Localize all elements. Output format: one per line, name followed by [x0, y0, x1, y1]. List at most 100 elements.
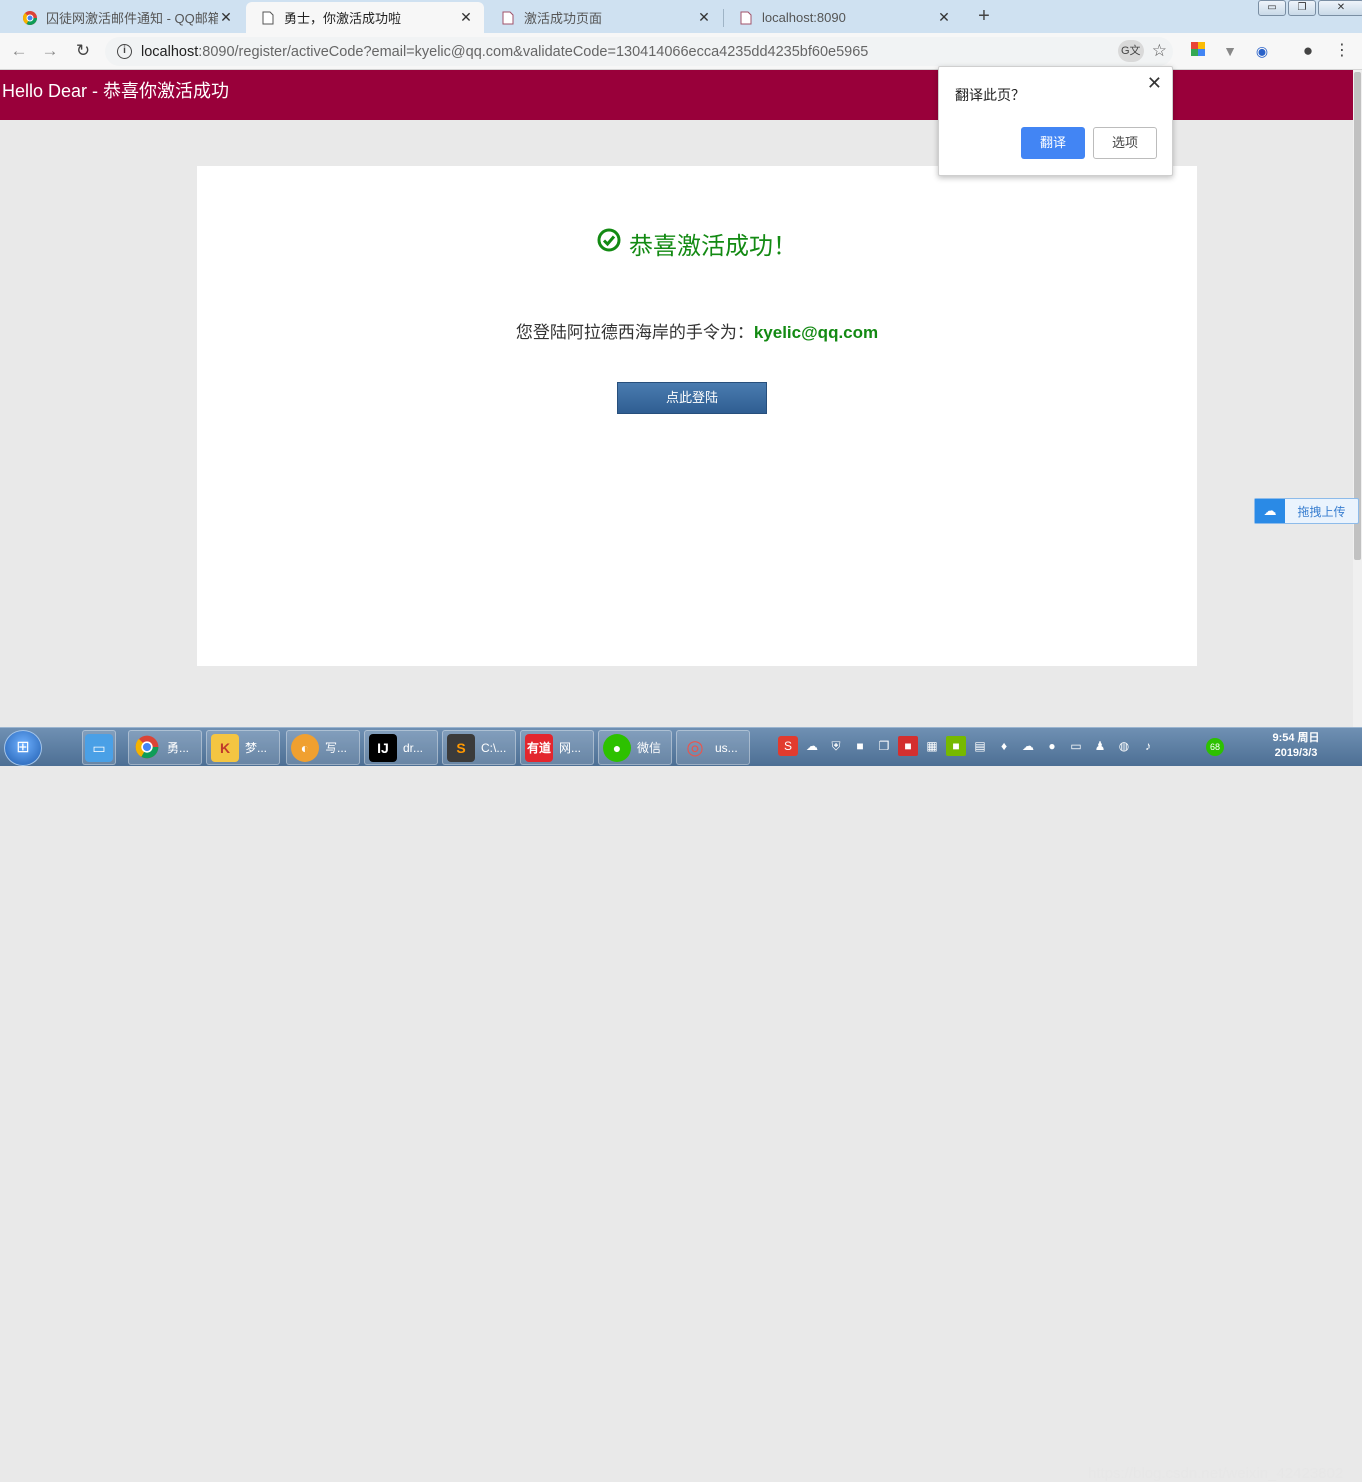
close-window-button[interactable]: ✕	[1318, 0, 1362, 16]
check-circle-icon	[597, 228, 621, 259]
taskbar-item-label: 微信	[637, 741, 662, 755]
taskbar-item-wechat[interactable]: ● 微信	[598, 730, 672, 765]
start-button[interactable]: ⊞	[4, 730, 42, 766]
app-icon: ◎	[686, 736, 704, 759]
network-icon[interactable]: ◍	[1114, 736, 1134, 756]
minimize-button[interactable]: ▭	[1258, 0, 1286, 16]
taskbar-item-browser[interactable]: ◐ 写...	[286, 730, 360, 765]
chrome-icon	[133, 734, 161, 762]
taskbar-item-sublime[interactable]: S C:\...	[442, 730, 516, 765]
extension-round-icon[interactable]: ◉	[1252, 41, 1272, 61]
info-icon[interactable]: i	[117, 44, 132, 59]
tab-localhost[interactable]: localhost:8090 ✕	[724, 2, 962, 33]
tray-app-icon[interactable]: ■	[898, 736, 918, 756]
show-desktop-button[interactable]: ▭	[82, 730, 116, 765]
taskbar-item-label: 写...	[325, 741, 348, 755]
star-icon[interactable]: ☆	[1152, 41, 1167, 61]
chrome-icon	[22, 10, 38, 26]
cloud-icon: ☁	[1255, 499, 1285, 523]
tab-success-page[interactable]: 激活成功页面 ✕	[486, 2, 722, 33]
drag-upload-widget[interactable]: ☁ 拖拽上传	[1254, 498, 1359, 524]
copy-icon[interactable]: ❐	[874, 736, 894, 756]
close-icon[interactable]: ✕	[936, 9, 952, 26]
browser-toolbar: ← → ↻ i localhost:8090/register/activeCo…	[0, 33, 1362, 70]
close-icon[interactable]: ✕	[1147, 73, 1162, 94]
success-title: 恭喜激活成功！	[629, 233, 797, 260]
taskbar-item-youdao[interactable]: 有道 网...	[520, 730, 594, 765]
menu-icon[interactable]: ⋮	[1332, 41, 1352, 61]
restore-button[interactable]: ❐	[1288, 0, 1316, 16]
taskbar-item-label: us...	[715, 740, 738, 755]
tray-app-icon[interactable]: ■	[850, 736, 870, 756]
clock-date: 2019/3/3	[1274, 747, 1318, 759]
tab-qq-mail[interactable]: 囚徒网激活邮件通知 - QQ邮箱 ✕	[8, 2, 244, 33]
windows-taskbar: ⊞ ▭ 勇... K 梦... ◐ 写... IJ dr... S C:\...…	[0, 727, 1362, 1482]
reload-button[interactable]: ↻	[72, 40, 94, 62]
token-message: 您登陆阿拉德西海岸的手令为：kyelic@qq.com	[197, 318, 1197, 343]
volume-icon[interactable]: ♪	[1138, 736, 1158, 756]
badge-icon[interactable]: 68	[1206, 738, 1224, 756]
extension-icon[interactable]	[1188, 41, 1208, 61]
options-button[interactable]: 选项	[1093, 127, 1157, 159]
sogou-icon[interactable]: S	[778, 736, 798, 756]
success-heading: 恭喜激活成功！	[197, 226, 1197, 261]
youdao-icon: 有道	[525, 733, 553, 762]
intellij-icon: IJ	[369, 733, 397, 762]
watermark-text: https://blog.csdn.net/weixin_42423802	[1088, 1465, 1344, 1482]
monitor-icon[interactable]: ▭	[1066, 736, 1086, 756]
content-card: 恭喜激活成功！ 您登陆阿拉德西海岸的手令为：kyelic@qq.com 点此登陆	[197, 166, 1197, 666]
tab-activation-success[interactable]: 勇士，你激活成功啦 ✕	[246, 2, 484, 33]
vertical-scrollbar[interactable]	[1353, 70, 1362, 727]
tab-label: 激活成功页面	[524, 11, 603, 26]
wechat-icon[interactable]: ●	[1042, 736, 1062, 756]
login-button[interactable]: 点此登陆	[617, 382, 767, 414]
url-path: :8090/register/activeCode?email=kyelic@q…	[198, 43, 869, 60]
clock-time: 9:54 周日	[1272, 732, 1320, 744]
system-tray: S ☁ ⛨ ■ ❐ ■ ▦ ■ ▤ ♦ ☁ ● ▭ ♟ ◍ ♪	[778, 736, 1162, 756]
forward-button[interactable]: →	[39, 40, 61, 62]
upload-label: 拖拽上传	[1297, 504, 1346, 519]
tab-label: 勇士，你激活成功啦	[284, 11, 402, 26]
taskbar-item-us[interactable]: ◎ us...	[676, 730, 750, 765]
taskbar-item-app[interactable]: K 梦...	[206, 730, 280, 765]
new-tab-button[interactable]: +	[972, 5, 996, 29]
tray-app-icon[interactable]: ♦	[994, 736, 1014, 756]
system-clock[interactable]: 9:54 周日 2019/3/3	[1256, 731, 1336, 761]
back-button[interactable]: ←	[8, 40, 30, 62]
taskbar-item-label: 梦...	[245, 741, 268, 755]
cloud-icon[interactable]: ☁	[802, 736, 822, 756]
taskbar-item-label: 勇...	[167, 741, 190, 755]
grid-icon[interactable]: ▦	[922, 736, 942, 756]
desktop-icon: ▭	[85, 733, 113, 762]
taskbar-item-label: C:\...	[481, 740, 507, 755]
close-icon[interactable]: ✕	[458, 9, 474, 26]
app-icon: K	[211, 733, 239, 762]
close-icon[interactable]: ✕	[696, 9, 712, 26]
translate-popup-title: 翻译此页？	[955, 87, 1025, 103]
message-prefix: 您登陆阿拉德西海岸的手令为：	[515, 323, 754, 342]
taskbar-item-label: dr...	[403, 740, 424, 755]
email-value: kyelic@qq.com	[753, 323, 879, 342]
browser-icon: ◐	[291, 733, 319, 762]
taskbar-item-intellij[interactable]: IJ dr...	[364, 730, 438, 765]
translate-popup: 翻译此页？ ✕ 翻译 选项	[938, 66, 1173, 176]
tab-label: localhost:8090	[762, 10, 846, 25]
omnibox-actions: G文 ☆	[1117, 40, 1167, 62]
taskbar-item-chrome[interactable]: 勇...	[128, 730, 202, 765]
qq-icon[interactable]: ♟	[1090, 736, 1110, 756]
tab-label: 囚徒网激活邮件通知 - QQ邮箱	[46, 11, 218, 26]
browser-tab-bar: 囚徒网激活邮件通知 - QQ邮箱 ✕ 勇士，你激活成功啦 ✕ 激活成功页面 ✕ …	[0, 0, 1362, 33]
shield-icon[interactable]: ⛨	[826, 736, 846, 756]
vue-devtools-icon[interactable]: ▼	[1220, 41, 1240, 61]
baidu-icon[interactable]: ☁	[1018, 736, 1038, 756]
profile-icon[interactable]: ●	[1298, 41, 1318, 61]
nvidia-icon[interactable]: ■	[946, 736, 966, 756]
translate-icon[interactable]: G文	[1117, 40, 1144, 62]
scrollbar-thumb[interactable]	[1354, 72, 1361, 560]
page-icon	[738, 10, 754, 26]
wechat-icon: ●	[603, 733, 631, 762]
address-bar[interactable]: i localhost:8090/register/activeCode?ema…	[105, 37, 1173, 66]
battery-icon[interactable]: ▤	[970, 736, 990, 756]
close-icon[interactable]: ✕	[218, 9, 234, 26]
translate-button[interactable]: 翻译	[1021, 127, 1085, 159]
